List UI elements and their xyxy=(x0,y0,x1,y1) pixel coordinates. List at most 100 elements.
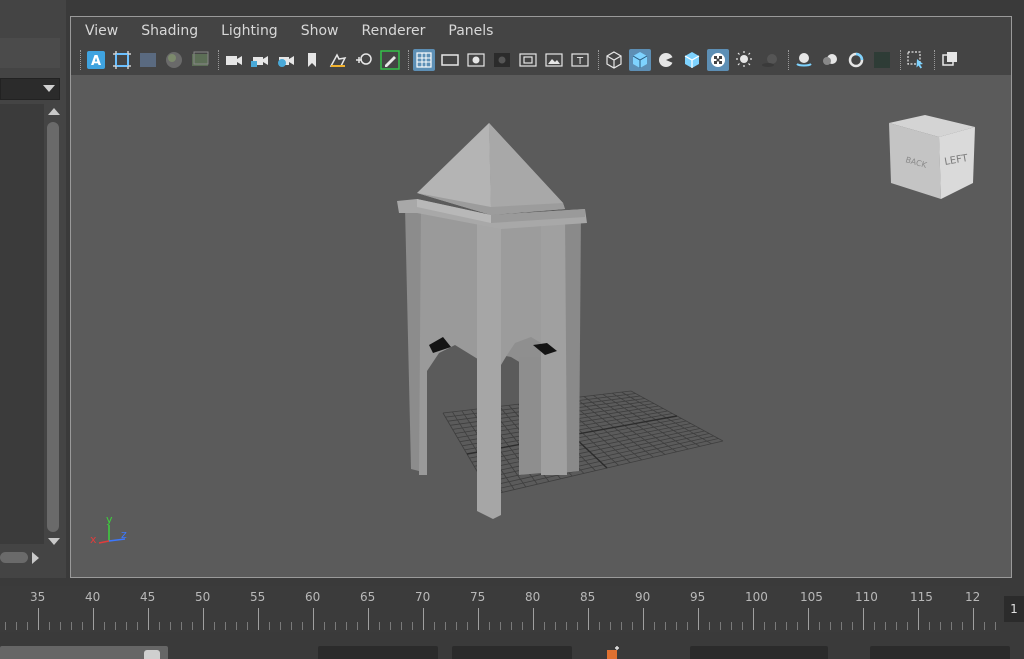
isolate-select-icon[interactable] xyxy=(905,49,927,71)
timeline-minor-tick xyxy=(555,622,556,630)
svg-text:T: T xyxy=(576,56,584,67)
timeline-minor-tick xyxy=(324,622,325,630)
character-set-field[interactable] xyxy=(690,646,828,659)
chevron-down-icon[interactable] xyxy=(43,85,55,92)
anim-layer-field[interactable] xyxy=(870,646,1010,659)
menu-show[interactable]: Show xyxy=(301,23,339,39)
auto-key-icon[interactable] xyxy=(606,646,620,659)
menu-view[interactable]: View xyxy=(85,23,118,39)
scroll-thumb[interactable] xyxy=(47,122,59,532)
use-default-material-icon[interactable] xyxy=(655,49,677,71)
view-cube[interactable]: BACK LEFT xyxy=(883,115,979,207)
select-camera-icon[interactable]: A xyxy=(85,49,107,71)
timeline-tick-label: 90 xyxy=(635,590,651,604)
timeline-major-tick xyxy=(313,608,314,630)
toolbar-separator xyxy=(934,50,936,70)
menu-panels[interactable]: Panels xyxy=(448,23,493,39)
channel-box-panel xyxy=(0,0,66,578)
range-end-field[interactable] xyxy=(452,646,572,659)
scroll-down-arrow-icon[interactable] xyxy=(48,538,60,545)
range-slider-track[interactable] xyxy=(0,646,168,659)
timeline-tick-label: 12 xyxy=(965,590,981,604)
gate-mask-icon[interactable] xyxy=(491,49,513,71)
timeline-minor-tick xyxy=(775,622,776,630)
camera-lock-icon[interactable] xyxy=(249,49,271,71)
xray-icon[interactable] xyxy=(939,49,961,71)
timeline-tick-label: 105 xyxy=(800,590,823,604)
timeline-minor-tick xyxy=(159,622,160,630)
resolution-gate-icon[interactable] xyxy=(465,49,487,71)
screen-space-ao-icon[interactable] xyxy=(793,49,815,71)
timeline-major-tick xyxy=(93,608,94,630)
timeline-minor-tick xyxy=(742,622,743,630)
motion-blur-icon[interactable] xyxy=(819,49,841,71)
timeline-minor-tick xyxy=(357,622,358,630)
channel-box-horizontal-scrollbar[interactable] xyxy=(0,550,44,564)
anti-aliasing-icon[interactable] xyxy=(845,49,867,71)
time-slider[interactable]: 35 40 45 50 55 60 65 70 75 80 85 90 95 100 105 110 115 12 xyxy=(0,586,1000,632)
film-gate-icon[interactable] xyxy=(439,49,461,71)
channel-box-vertical-scrollbar[interactable] xyxy=(46,108,60,548)
bookmarks-icon[interactable] xyxy=(301,49,323,71)
menu-renderer[interactable]: Renderer xyxy=(361,23,425,39)
3d-viewport[interactable]: BACK LEFT y x z xyxy=(71,75,1011,577)
frame-selected-icon[interactable] xyxy=(111,49,133,71)
camera-icon[interactable] xyxy=(223,49,245,71)
timeline-minor-tick xyxy=(797,622,798,630)
camera-attributes-icon[interactable] xyxy=(275,49,297,71)
range-start-field[interactable] xyxy=(318,646,438,659)
range-slider-handle[interactable] xyxy=(144,650,160,659)
scene-canvas[interactable] xyxy=(71,75,1011,577)
timeline-minor-tick xyxy=(984,622,985,630)
timeline-tick-label: 55 xyxy=(250,590,266,604)
shadows-icon[interactable] xyxy=(759,49,781,71)
image-plane-icon[interactable] xyxy=(327,49,349,71)
timeline-minor-tick xyxy=(456,622,457,630)
timeline-major-tick xyxy=(533,608,534,630)
grease-pencil-icon[interactable] xyxy=(379,49,401,71)
timeline-minor-tick xyxy=(577,622,578,630)
frame-all-icon[interactable] xyxy=(137,49,159,71)
scroll-right-arrow-icon[interactable] xyxy=(32,552,39,564)
menu-lighting[interactable]: Lighting xyxy=(221,23,278,39)
timeline-minor-tick xyxy=(115,622,116,630)
safe-title-icon[interactable]: T xyxy=(569,49,591,71)
channel-box-list[interactable] xyxy=(0,104,44,544)
timeline-major-tick xyxy=(258,608,259,630)
viewport-panel: View Shading Lighting Show Renderer Pane… xyxy=(70,16,1012,578)
timeline-minor-tick xyxy=(280,622,281,630)
grid-icon[interactable] xyxy=(413,49,435,71)
timeline-minor-tick xyxy=(390,622,391,630)
timeline-minor-tick xyxy=(181,622,182,630)
timeline-major-tick xyxy=(588,608,589,630)
wireframe-on-shaded-icon[interactable] xyxy=(681,49,703,71)
channel-box-dropdown[interactable] xyxy=(0,78,60,100)
timeline-major-tick xyxy=(863,608,864,630)
panel-menu-bar: View Shading Lighting Show Renderer Pane… xyxy=(71,17,1011,45)
menu-shading[interactable]: Shading xyxy=(141,23,198,39)
shaded-sphere-icon[interactable] xyxy=(163,49,185,71)
textured-icon[interactable] xyxy=(707,49,729,71)
timeline-tick-label: 40 xyxy=(85,590,101,604)
current-frame-field[interactable]: 1 xyxy=(1004,596,1024,622)
smooth-shade-icon[interactable] xyxy=(629,49,651,71)
timeline-minor-tick xyxy=(225,622,226,630)
scroll-up-arrow-icon[interactable] xyxy=(48,108,60,115)
axis-gizmo: y x z xyxy=(87,511,135,551)
hscroll-thumb[interactable] xyxy=(0,552,28,563)
depth-of-field-icon[interactable] xyxy=(871,49,893,71)
timeline-minor-tick xyxy=(599,622,600,630)
timeline-minor-tick xyxy=(522,622,523,630)
timeline-major-tick xyxy=(478,608,479,630)
tower-model[interactable] xyxy=(397,123,587,519)
wireframe-icon[interactable] xyxy=(603,49,625,71)
timeline-minor-tick xyxy=(610,622,611,630)
safe-action-icon[interactable] xyxy=(543,49,565,71)
field-chart-icon[interactable] xyxy=(517,49,539,71)
use-all-lights-icon[interactable] xyxy=(733,49,755,71)
timeline-minor-tick xyxy=(104,622,105,630)
timeline-minor-tick xyxy=(126,622,127,630)
timeline-minor-tick xyxy=(16,622,17,630)
2d-pan-zoom-icon[interactable] xyxy=(353,49,375,71)
texture-display-icon[interactable] xyxy=(189,49,211,71)
